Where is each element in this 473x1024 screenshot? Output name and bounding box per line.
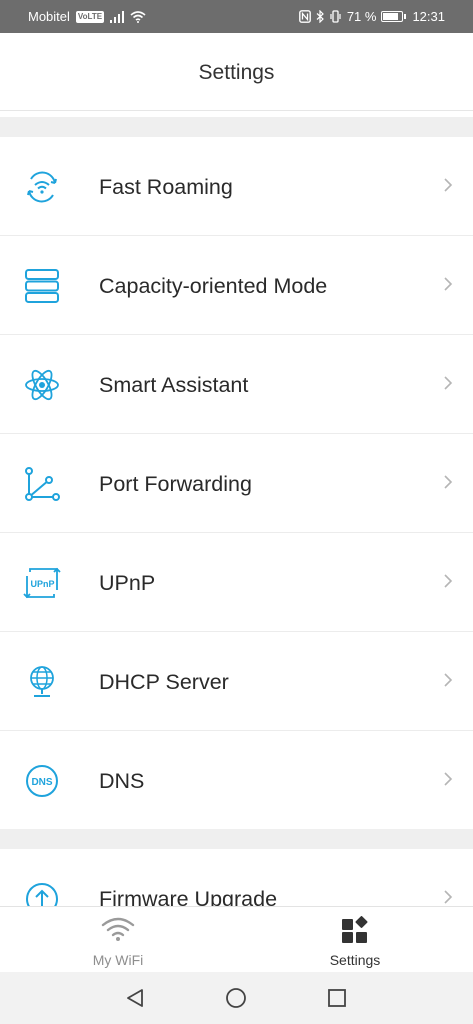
system-nav-bar — [0, 972, 473, 1024]
chevron-right-icon — [444, 475, 453, 489]
bottom-tab-bar: My WiFi Settings — [0, 906, 473, 972]
settings-list-2: Firmware Upgrade — [0, 849, 473, 906]
wifi-icon — [101, 917, 135, 941]
tab-settings[interactable]: Settings — [237, 907, 473, 973]
chevron-right-icon — [444, 277, 453, 291]
wifi-status-icon — [130, 10, 146, 23]
settings-item-port-forwarding[interactable]: Port Forwarding — [0, 434, 473, 533]
settings-item-label: Fast Roaming — [99, 175, 233, 199]
settings-item-firmware-upgrade[interactable]: Firmware Upgrade — [0, 849, 473, 906]
settings-item-smart-assistant[interactable]: Smart Assistant — [0, 335, 473, 434]
tab-my-wifi[interactable]: My WiFi — [0, 907, 236, 973]
bluetooth-icon — [316, 10, 324, 23]
settings-item-label: DHCP Server — [99, 670, 229, 694]
volte-badge: VoLTE — [75, 10, 105, 23]
status-bar-right: 71 % 12:31 — [298, 9, 445, 24]
tab-label: Settings — [329, 952, 381, 968]
port-forwarding-icon — [25, 467, 60, 501]
settings-item-label: Smart Assistant — [99, 373, 249, 397]
settings-item-dhcp-server[interactable]: DHCP Server — [0, 632, 473, 731]
settings-item-label: UPnP — [99, 571, 156, 595]
tab-label: My WiFi — [92, 952, 144, 968]
settings-item-label: Capacity-oriented Mode — [99, 274, 328, 298]
section-divider — [0, 829, 473, 849]
upgrade-arrow-icon — [26, 883, 58, 906]
status-bar-left: Mobitel VoLTE — [28, 9, 146, 24]
page-title: Settings — [198, 61, 275, 84]
carrier-name: Mobitel — [28, 9, 70, 24]
upnp-icon-text: UPnP — [30, 579, 54, 589]
settings-list: Fast Roaming Capacity-oriented Mode Smar… — [0, 137, 473, 830]
settings-grid-icon — [342, 916, 368, 943]
chevron-right-icon — [444, 178, 453, 192]
settings-item-label: DNS — [99, 769, 145, 793]
settings-item-dns[interactable]: DNS DNS — [0, 731, 473, 830]
settings-item-label: Firmware Upgrade — [99, 887, 278, 906]
upnp-icon: UPnP — [23, 567, 61, 599]
fast-roaming-icon — [27, 171, 57, 203]
status-bar: Mobitel VoLTE 71 % 12:31 — [0, 0, 473, 33]
dns-icon: DNS — [26, 765, 58, 797]
chevron-right-icon — [444, 376, 453, 390]
chevron-right-icon — [444, 772, 453, 786]
vibrate-icon — [330, 10, 341, 23]
settings-item-label: Port Forwarding — [99, 472, 252, 496]
chevron-right-icon — [444, 673, 453, 687]
globe-stand-icon — [30, 666, 54, 697]
battery-percent: 71 % — [346, 9, 377, 24]
dns-icon-text: DNS — [31, 777, 52, 788]
atom-icon — [25, 369, 59, 401]
section-divider — [0, 117, 473, 137]
settings-item-upnp[interactable]: UPnP UPnP — [0, 533, 473, 632]
chevron-right-icon — [444, 890, 453, 904]
settings-item-fast-roaming[interactable]: Fast Roaming — [0, 137, 473, 236]
recents-icon[interactable] — [326, 987, 348, 1009]
battery-fill — [383, 13, 398, 20]
settings-item-capacity-mode[interactable]: Capacity-oriented Mode — [0, 236, 473, 335]
signal-icon — [110, 10, 125, 23]
nfc-icon — [298, 10, 311, 23]
battery-icon — [381, 11, 407, 22]
app-header: Settings — [0, 33, 473, 111]
server-stack-icon — [25, 269, 59, 303]
chevron-right-icon — [444, 574, 453, 588]
clock: 12:31 — [412, 9, 445, 24]
home-icon[interactable] — [225, 987, 247, 1009]
back-icon[interactable] — [124, 987, 146, 1009]
